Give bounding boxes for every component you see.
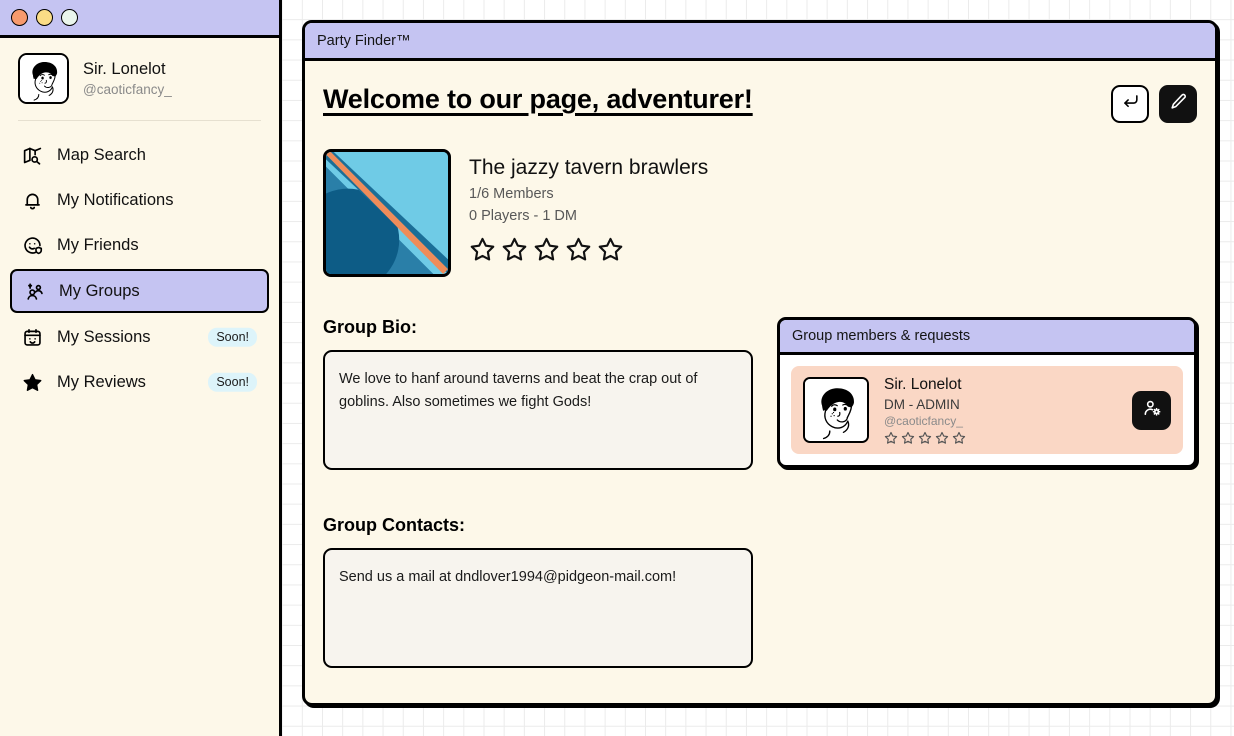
member-rating-stars[interactable]	[884, 431, 1117, 445]
bell-icon	[22, 190, 43, 211]
window-maximize-button[interactable]	[61, 9, 78, 26]
sidebar-badge-soon: Soon!	[208, 372, 257, 392]
star-outline-icon[interactable]	[533, 236, 560, 263]
app-title: Party Finder™	[317, 32, 411, 49]
manage-member-button[interactable]	[1132, 390, 1171, 430]
user-portrait-avatar	[803, 377, 869, 444]
star-outline-icon[interactable]	[597, 236, 624, 263]
group-cover-image	[323, 149, 451, 277]
heading-actions	[1111, 85, 1197, 123]
member-handle: @caoticfancy_	[884, 414, 963, 429]
return-arrow-icon	[1121, 92, 1140, 116]
member-role: DM - ADMIN	[884, 397, 960, 413]
window-close-button[interactable]	[11, 9, 28, 26]
sidebar-item-label: My Friends	[57, 235, 139, 254]
members-panel-title: Group members & requests	[780, 320, 1194, 355]
sidebar-item-label: My Sessions	[57, 327, 151, 346]
content-columns: Group Bio: We love to hanf around tavern…	[323, 317, 1197, 668]
sidebar-item-my-friends[interactable]: My Friends	[10, 224, 269, 266]
member-name: Sir. Lonelot	[884, 376, 962, 393]
page-title: Welcome to our page, adventurer!	[323, 84, 753, 114]
pencil-icon	[1169, 92, 1188, 116]
sidebar-item-my-sessions[interactable]: My Sessions Soon!	[10, 316, 269, 358]
app-root: Sir. Lonelot @caoticfancy_ Map Search My…	[0, 0, 1234, 736]
sidebar: Sir. Lonelot @caoticfancy_ Map Search My…	[0, 0, 282, 736]
user-portrait-avatar	[18, 53, 69, 104]
users-group-icon	[24, 281, 45, 302]
left-column: Group Bio: We love to hanf around tavern…	[323, 317, 753, 668]
sidebar-item-label: My Notifications	[57, 190, 174, 209]
app-titlebar: Party Finder™	[305, 23, 1215, 61]
star-outline-icon[interactable]	[935, 431, 949, 445]
back-button[interactable]	[1111, 85, 1149, 123]
smiley-shield-icon	[22, 235, 43, 256]
group-contacts-text[interactable]: Send us a mail at dndlover1994@pidgeon-m…	[323, 548, 753, 668]
manage-user-icon	[1142, 398, 1162, 423]
group-bio-label: Group Bio:	[323, 317, 417, 337]
star-outline-icon[interactable]	[901, 431, 915, 445]
star-outline-icon[interactable]	[918, 431, 932, 445]
map-search-icon	[22, 145, 43, 166]
sidebar-user-block[interactable]: Sir. Lonelot @caoticfancy_	[0, 38, 279, 120]
member-info: Sir. Lonelot DM - ADMIN @caoticfancy_	[884, 375, 1117, 445]
group-name: The jazzy tavern brawlers	[469, 156, 709, 179]
star-outline-icon[interactable]	[952, 431, 966, 445]
edit-button[interactable]	[1159, 85, 1197, 123]
sidebar-item-my-groups[interactable]: My Groups	[10, 269, 269, 313]
star-outline-icon[interactable]	[884, 431, 898, 445]
star-icon	[22, 372, 43, 393]
window-minimize-button[interactable]	[36, 9, 53, 26]
sidebar-item-my-notifications[interactable]: My Notifications	[10, 179, 269, 221]
sidebar-item-label: My Reviews	[57, 372, 146, 391]
group-members-count: 1/6 Members	[469, 186, 554, 203]
sidebar-nav: Map Search My Notifications My Friends M…	[0, 121, 279, 403]
group-header: The jazzy tavern brawlers 1/6 Members 0 …	[323, 149, 1197, 277]
sidebar-badge-soon: Soon!	[208, 327, 257, 347]
window-titlebar	[0, 0, 279, 38]
heading-row: Welcome to our page, adventurer!	[323, 61, 1197, 123]
group-rating-stars[interactable]	[469, 236, 708, 263]
sidebar-item-label: My Groups	[59, 281, 140, 300]
star-outline-icon[interactable]	[469, 236, 496, 263]
star-outline-icon[interactable]	[565, 236, 592, 263]
sidebar-item-label: Map Search	[57, 145, 146, 164]
group-meta: The jazzy tavern brawlers 1/6 Members 0 …	[469, 149, 708, 277]
members-list: Sir. Lonelot DM - ADMIN @caoticfancy_	[780, 355, 1194, 465]
sidebar-user-handle: @caoticfancy_	[83, 81, 172, 97]
star-outline-icon[interactable]	[501, 236, 528, 263]
member-row[interactable]: Sir. Lonelot DM - ADMIN @caoticfancy_	[791, 366, 1183, 455]
calendar-icon	[22, 327, 43, 348]
sidebar-item-my-reviews[interactable]: My Reviews Soon!	[10, 361, 269, 403]
window-body: Welcome to our page, adventurer! The jaz…	[305, 61, 1215, 703]
right-column: Group members & requests Sir. Lonelot DM…	[777, 317, 1197, 668]
members-panel: Group members & requests Sir. Lonelot DM…	[777, 317, 1197, 469]
sidebar-user-name: Sir. Lonelot	[83, 59, 166, 78]
group-composition: 0 Players - 1 DM	[469, 208, 577, 225]
sidebar-item-map-search[interactable]: Map Search	[10, 134, 269, 176]
group-bio-text[interactable]: We love to hanf around taverns and beat …	[323, 350, 753, 470]
main-window: Party Finder™ Welcome to our page, adven…	[302, 20, 1218, 706]
group-contacts-label: Group Contacts:	[323, 515, 465, 535]
